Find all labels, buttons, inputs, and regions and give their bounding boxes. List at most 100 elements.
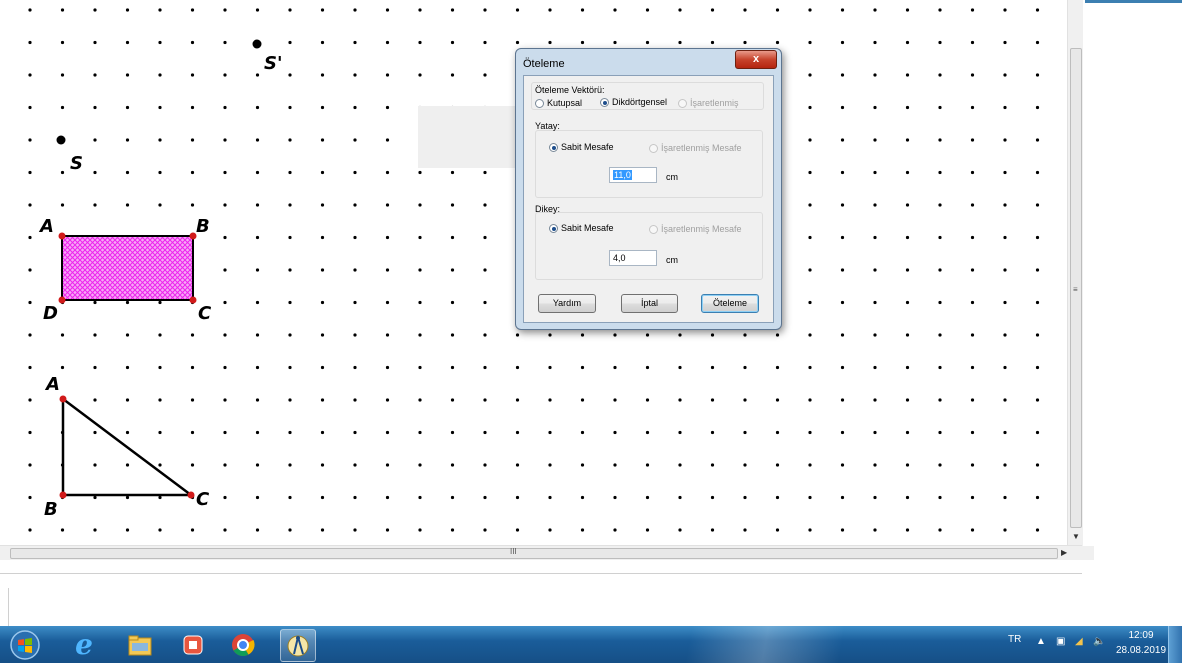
- grid-dot: [255, 235, 260, 240]
- grid-dot: [775, 40, 780, 45]
- grid-dot: [483, 463, 487, 467]
- grid-dot: [613, 495, 617, 500]
- taskbar-file-explorer[interactable]: [123, 629, 157, 660]
- vertical-fixed-radio[interactable]: [549, 224, 558, 233]
- grid-dot: [320, 73, 325, 77]
- taskbar-sketchpad[interactable]: [280, 629, 316, 662]
- grid-dot: [223, 8, 227, 12]
- tri-vertex-b[interactable]: [59, 491, 67, 499]
- grid-dot: [28, 365, 32, 370]
- grid-dot: [970, 300, 975, 305]
- grid-dot: [613, 528, 617, 532]
- grid-dot: [515, 40, 520, 45]
- grid-dot: [905, 365, 910, 370]
- rect-vertex-a[interactable]: [58, 232, 66, 240]
- vertical-fixed-label[interactable]: Sabit Mesafe: [561, 223, 614, 233]
- vertical-distance-input[interactable]: 4,0: [609, 250, 657, 266]
- grid-dot: [60, 333, 65, 337]
- grid-dot: [450, 495, 455, 500]
- help-button[interactable]: Yardım: [538, 294, 596, 313]
- grid-dot: [1035, 8, 1040, 12]
- taskbar-internet-explorer[interactable]: e: [67, 628, 101, 661]
- horizontal-groupbox: [535, 130, 763, 198]
- horizontal-fixed-radio[interactable]: [549, 143, 558, 152]
- cancel-button[interactable]: İptal: [621, 294, 678, 313]
- grid-dot: [93, 73, 97, 77]
- grid-dot: [190, 170, 195, 175]
- show-desktop-button[interactable]: [1168, 626, 1182, 663]
- horizontal-unit: cm: [666, 172, 678, 182]
- scroll-right-arrow-icon[interactable]: ▶: [1061, 548, 1067, 557]
- grid-dot: [125, 463, 130, 467]
- grid-dot: [515, 8, 520, 12]
- horizontal-distance-value: 11,0: [613, 170, 632, 180]
- input-language-indicator[interactable]: TR: [1008, 634, 1021, 645]
- grid-dot: [385, 203, 390, 207]
- grid-dot: [840, 138, 845, 142]
- grid-dot: [385, 463, 390, 467]
- rectangular-radio[interactable]: [600, 98, 609, 107]
- grid-dot: [775, 528, 780, 532]
- grid-dot: [678, 8, 682, 12]
- dialog-titlebar[interactable]: Öteleme x: [516, 49, 781, 75]
- grid-dot: [515, 365, 520, 370]
- grid-dot: [1035, 365, 1040, 370]
- translate-button[interactable]: Öteleme: [701, 294, 759, 313]
- grid-dot: [840, 203, 845, 207]
- action-center-icon[interactable]: ▣: [1056, 636, 1065, 647]
- grid-dot: [710, 463, 715, 467]
- point-s-prime[interactable]: [252, 39, 262, 49]
- grid-dot: [970, 73, 975, 77]
- polar-radio[interactable]: [535, 99, 544, 108]
- grid-dot: [905, 138, 910, 142]
- grid-dot: [190, 40, 195, 45]
- horizontal-scroll-thumb[interactable]: [10, 548, 1058, 559]
- grid-dot: [873, 203, 877, 207]
- show-hidden-icons-icon[interactable]: ▲: [1036, 636, 1046, 647]
- tri-vertex-c[interactable]: [187, 491, 195, 499]
- scroll-down-arrow-icon[interactable]: ▼: [1072, 532, 1080, 541]
- grid-dot: [450, 170, 455, 175]
- vertical-scrollbar[interactable]: ≡ ▼: [1067, 0, 1083, 548]
- grid-dot: [255, 463, 260, 467]
- taskbar-media-player[interactable]: [176, 629, 210, 660]
- taskbar-chrome[interactable]: [226, 629, 260, 660]
- vertical-marked-radio: [649, 225, 658, 234]
- rect-vertex-d[interactable]: [58, 296, 66, 304]
- grid-dot: [483, 203, 487, 207]
- grid-dot: [548, 430, 552, 435]
- polar-label[interactable]: Kutupsal: [547, 98, 582, 108]
- grid-dot: [905, 8, 910, 12]
- clock-time[interactable]: 12:09: [1118, 630, 1164, 641]
- grid-dot: [320, 138, 325, 142]
- close-button[interactable]: x: [735, 50, 777, 69]
- grid-dot: [938, 170, 942, 175]
- clock-date[interactable]: 28.08.2019: [1114, 645, 1168, 656]
- grid-dot: [158, 430, 162, 435]
- grid-dot: [158, 8, 162, 12]
- start-button[interactable]: [8, 629, 42, 660]
- horizontal-distance-input[interactable]: 11,0: [609, 167, 657, 183]
- grid-dot: [483, 365, 487, 370]
- grid-dot: [873, 170, 877, 175]
- vertical-marked-label: İşaretlenmiş Mesafe: [661, 224, 742, 234]
- grid-dot: [970, 203, 975, 207]
- grid-dot: [645, 398, 650, 402]
- horizontal-fixed-label[interactable]: Sabit Mesafe: [561, 142, 614, 152]
- grid-dot: [1035, 268, 1040, 272]
- grid-dot: [808, 365, 812, 370]
- rectangular-label[interactable]: Dikdörtgensel: [612, 97, 667, 107]
- grid-dot: [775, 495, 780, 500]
- rectangle-abcd-interior[interactable]: [61, 235, 194, 301]
- horizontal-scrollbar[interactable]: III ▶: [0, 545, 1094, 560]
- rect-vertex-c[interactable]: [189, 296, 197, 304]
- network-icon[interactable]: ◢: [1075, 636, 1083, 647]
- grid-dot: [320, 528, 325, 532]
- grid-dot: [1035, 73, 1040, 77]
- point-s[interactable]: [56, 135, 66, 145]
- volume-icon[interactable]: 🔈: [1093, 636, 1105, 647]
- triangle-abc[interactable]: [61, 396, 195, 497]
- grid-dot: [873, 528, 877, 532]
- tri-vertex-a[interactable]: [59, 395, 67, 403]
- grid-dot: [873, 235, 877, 240]
